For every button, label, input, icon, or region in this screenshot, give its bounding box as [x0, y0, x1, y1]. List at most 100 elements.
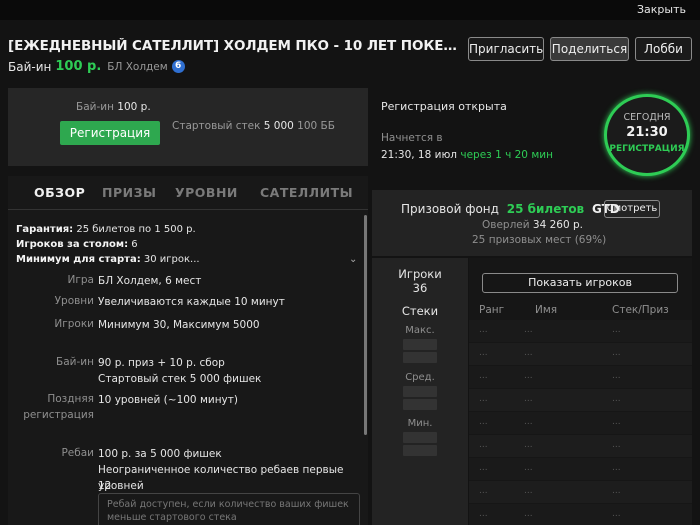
list-cell-placeholder: ... [524, 371, 533, 381]
panel-buyin: Бай-ин 100 р. [76, 101, 151, 113]
list-cell-placeholder: ... [524, 440, 533, 450]
players-label: Игроки [54, 318, 94, 330]
stacks-label: Стеки [401, 304, 439, 318]
guarantee-label: Гарантия: [16, 224, 74, 235]
players-value: Минимум 30, Максимум 5000 [98, 319, 260, 331]
game-label: Игра [67, 274, 94, 286]
levels-label: Уровни [54, 295, 94, 307]
share-button[interactable]: Поделиться [550, 37, 629, 61]
registration-panel: Бай-ин 100 р. Регистрация Стартовый стек… [8, 88, 368, 166]
min-stack-label: Мин. [407, 418, 433, 429]
start-time: 21:30, 18 июл через 1 ч 20 мин [381, 149, 553, 161]
list-cell-placeholder: ... [479, 463, 488, 473]
max-stack-label: Макс. [405, 325, 435, 336]
panel-buyin-value: 100 р. [117, 101, 151, 113]
tab-overview[interactable]: ОБЗОР [34, 185, 85, 200]
list-cell-placeholder: ... [479, 348, 488, 358]
prize-pool-panel: Призовой фонд 25 билетов GTD Смотреть Ов… [372, 190, 692, 256]
game-type: БЛ Холдем [107, 60, 168, 73]
tab-levels[interactable]: УРОВНИ [175, 185, 238, 200]
list-item: ......... [469, 458, 692, 480]
per-table-value: 6 [131, 239, 138, 250]
register-button[interactable]: Регистрация [60, 121, 160, 145]
rebuy-value1: 100 р. за 5 000 фишек [98, 448, 222, 460]
panel-buyin-label: Бай-ин [76, 101, 114, 113]
list-cell-placeholder: ... [479, 371, 488, 381]
late-reg-label2: регистрация [23, 409, 94, 421]
late-reg-value: 10 уровней (~100 минут) [98, 394, 238, 406]
list-cell-placeholder: ... [479, 417, 488, 427]
list-cell-placeholder: ... [524, 509, 533, 519]
list-cell-placeholder: ... [524, 486, 533, 496]
list-item: ......... [469, 389, 692, 411]
stack-bb: 100 ББ [297, 120, 335, 132]
details-buyin-value1: 90 р. приз + 10 р. сбор [98, 357, 225, 369]
players-count: 36 [412, 281, 428, 295]
list-cell-placeholder: ... [479, 509, 488, 519]
top-bar: Закрыть [0, 0, 700, 20]
list-cell-placeholder: ... [612, 371, 621, 381]
col-rank: Ранг [479, 304, 505, 316]
overview-scrollbar[interactable] [364, 215, 367, 435]
col-name: Имя [535, 304, 558, 316]
overlay-label: Оверлей [482, 219, 530, 231]
start-countdown: через 1 ч 20 мин [460, 149, 553, 161]
tab-prizes[interactable]: ПРИЗЫ [102, 185, 156, 200]
list-cell-placeholder: ... [612, 486, 621, 496]
list-cell-placeholder: ... [524, 325, 533, 335]
list-item: ......... [469, 412, 692, 434]
late-reg-label1: Поздняя [47, 393, 94, 405]
list-cell-placeholder: ... [612, 440, 621, 450]
details-buyin-value2: Стартовый стек 5 000 фишек [98, 373, 262, 385]
circle-action: РЕГИСТРАЦИЯ [609, 144, 685, 154]
list-cell-placeholder: ... [524, 348, 533, 358]
paid-places: 25 призовых мест (69%) [472, 234, 607, 246]
rebuy-note: Ребай доступен, если количество ваших фи… [98, 493, 360, 525]
tab-satellites[interactable]: САТЕЛЛИТЫ [260, 185, 353, 200]
rebuy-value3: уровней [98, 480, 144, 492]
register-circle-button[interactable]: СЕГОДНЯ 21:30 РЕГИСТРАЦИЯ [604, 94, 690, 176]
players-stats-panel: Игроки 36 Стеки Макс. Сред. Мин. [372, 258, 468, 525]
rebuy-label: Ребаи [61, 447, 94, 459]
registration-status: Регистрация открыта [381, 100, 507, 113]
list-cell-placeholder: ... [612, 348, 621, 358]
chevron-down-icon[interactable]: ⌄ [349, 254, 357, 265]
list-cell-placeholder: ... [612, 325, 621, 335]
show-players-button[interactable]: Показать игроков [482, 273, 678, 293]
buyin-label: Бай-ин [8, 59, 52, 74]
avg-stack-label: Сред. [405, 372, 435, 383]
details-buyin-label: Бай-ин [56, 356, 94, 368]
close-link[interactable]: Закрыть [637, 3, 686, 16]
game-value: БЛ Холдем, 6 мест [98, 275, 202, 287]
list-cell-placeholder: ... [524, 394, 533, 404]
list-cell-placeholder: ... [612, 394, 621, 404]
list-cell-placeholder: ... [479, 394, 488, 404]
list-cell-placeholder: ... [524, 417, 533, 427]
overview-content: Гарантия: 25 билетов по 1 500 р. Игроков… [8, 210, 368, 525]
list-cell-placeholder: ... [479, 440, 488, 450]
overlay-value: 34 260 р. [532, 219, 584, 231]
summary-block: Гарантия: 25 билетов по 1 500 р. Игроков… [16, 222, 200, 267]
prize-pool-label: Призовой фонд [401, 202, 499, 216]
list-cell-placeholder: ... [479, 486, 488, 496]
invite-button[interactable]: Пригласить [468, 37, 544, 61]
list-item: ......... [469, 343, 692, 365]
lobby-button[interactable]: Лобби [635, 37, 692, 61]
tournament-title: [ЕЖЕДНЕВНЫЙ САТЕЛЛИТ] ХОЛДЕМ ПКО - 10 ЛЕ… [8, 38, 463, 54]
list-cell-placeholder: ... [612, 509, 621, 519]
view-prizes-button[interactable]: Смотреть [604, 200, 660, 218]
min-start-label: Минимум для старта: [16, 254, 141, 265]
min-stack-placeholder [403, 432, 437, 443]
prize-pool-title: Призовой фонд 25 билетов GTD [401, 202, 620, 216]
buyin-amount: 100 р. [55, 59, 102, 74]
list-item: ......... [469, 481, 692, 503]
tab-bar: ОБЗОР ПРИЗЫ УРОВНИ САТЕЛЛИТЫ [8, 176, 368, 210]
circle-today: СЕГОДНЯ [623, 112, 671, 123]
list-item: ......... [469, 435, 692, 457]
overlay-info: Оверлей 34 260 р. [482, 219, 583, 231]
guarantee-value: 25 билетов по 1 500 р. [76, 224, 196, 235]
levels-value: Увеличиваются каждые 10 минут [98, 296, 285, 308]
list-cell-placeholder: ... [479, 325, 488, 335]
list-item: ......... [469, 320, 692, 342]
max-stack-placeholder [403, 339, 437, 350]
